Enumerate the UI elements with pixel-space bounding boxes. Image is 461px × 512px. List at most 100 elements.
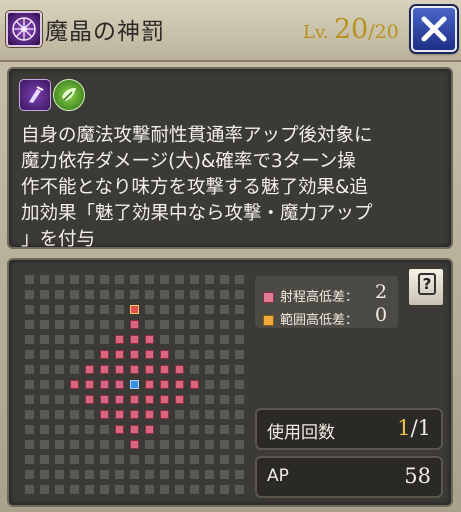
close-button[interactable]	[411, 6, 457, 52]
grid-cell-in-range	[145, 335, 154, 344]
grid-cell-in-range	[85, 380, 94, 389]
grid-cell	[70, 440, 79, 449]
grid-cell-in-range	[115, 365, 124, 374]
grid-cell	[130, 290, 139, 299]
grid-cell	[175, 350, 184, 359]
grid-cell-in-range	[160, 395, 169, 404]
grid-cell-in-range	[100, 410, 109, 419]
grid-cell	[100, 275, 109, 284]
grid-cell	[220, 365, 229, 374]
grid-cell	[55, 440, 64, 449]
help-button[interactable]: ?	[407, 267, 445, 307]
grid-cell	[220, 425, 229, 434]
grid-cell	[205, 440, 214, 449]
grid-cell	[205, 275, 214, 284]
grid-cell-in-range	[160, 365, 169, 374]
grid-cell-in-range	[130, 365, 139, 374]
grid-cell	[55, 275, 64, 284]
range-panel: 射程高低差： 2 範囲高低差： 0 ? 使用回数 1/1 AP 58	[7, 258, 453, 507]
grid-cell	[55, 305, 64, 314]
grid-cell	[160, 320, 169, 329]
grid-cell	[40, 410, 49, 419]
grid-cell	[175, 410, 184, 419]
grid-cell	[70, 395, 79, 404]
grid-cell	[175, 455, 184, 464]
grid-cell	[85, 335, 94, 344]
grid-cell	[220, 350, 229, 359]
grid-cell	[205, 455, 214, 464]
grid-cell	[205, 395, 214, 404]
grid-cell	[235, 485, 244, 494]
charm-status-icon	[53, 79, 85, 111]
grid-cell	[85, 485, 94, 494]
grid-cell	[40, 350, 49, 359]
grid-cell	[115, 320, 124, 329]
grid-cell	[55, 485, 64, 494]
grid-cell	[160, 275, 169, 284]
grid-cell	[70, 290, 79, 299]
grid-cell	[160, 485, 169, 494]
grid-cell	[190, 305, 199, 314]
grid-cell	[175, 305, 184, 314]
grid-cell	[160, 305, 169, 314]
grid-cell	[115, 440, 124, 449]
grid-cell	[235, 425, 244, 434]
grid-cell	[190, 470, 199, 479]
level-prefix: Lv.	[303, 22, 329, 43]
grid-cell	[85, 470, 94, 479]
uses-value: 1/1	[397, 416, 431, 440]
grid-cell	[130, 485, 139, 494]
grid-cell	[190, 440, 199, 449]
grid-cell	[115, 275, 124, 284]
grid-cell	[190, 290, 199, 299]
grid-cell	[40, 335, 49, 344]
grid-cell-in-range	[115, 335, 124, 344]
grid-cell	[85, 410, 94, 419]
grid-cell	[175, 425, 184, 434]
grid-cell	[190, 320, 199, 329]
grid-cell	[175, 290, 184, 299]
grid-cell-in-range	[115, 380, 124, 389]
grid-cell-in-range	[100, 395, 109, 404]
grid-cell	[220, 485, 229, 494]
grid-cell	[220, 410, 229, 419]
grid-cell	[70, 350, 79, 359]
grid-cell	[190, 425, 199, 434]
grid-cell	[160, 470, 169, 479]
grid-cell	[220, 275, 229, 284]
grid-cell-in-range	[160, 350, 169, 359]
grid-cell	[145, 290, 154, 299]
grid-cell	[25, 410, 34, 419]
grid-cell	[100, 320, 109, 329]
uses-box: 使用回数 1/1	[255, 408, 443, 450]
grid-cell	[205, 320, 214, 329]
grid-cell	[175, 440, 184, 449]
grid-cell	[70, 455, 79, 464]
grid-cell-center	[130, 380, 139, 389]
grid-cell-in-range	[115, 425, 124, 434]
grid-cell-in-range	[175, 395, 184, 404]
grid-cell-in-range	[145, 350, 154, 359]
grid-cell	[235, 470, 244, 479]
grid-cell	[25, 305, 34, 314]
grid-cell	[70, 410, 79, 419]
grid-cell-in-range	[175, 380, 184, 389]
grid-cell-in-range	[145, 380, 154, 389]
description-panel: 自身の魔法攻撃耐性貫通率アップ後対象に 魔力依存ダメージ(大)&確率で3ターン操…	[7, 67, 453, 250]
grid-cell-in-range	[145, 365, 154, 374]
grid-cell	[190, 350, 199, 359]
grid-cell	[190, 455, 199, 464]
grid-cell	[205, 470, 214, 479]
grid-cell-in-range	[85, 395, 94, 404]
grid-cell	[55, 425, 64, 434]
grid-cell	[40, 290, 49, 299]
grid-cell	[190, 335, 199, 344]
grid-cell	[70, 320, 79, 329]
grid-cell-in-range	[145, 410, 154, 419]
grid-cell-in-range	[115, 410, 124, 419]
grid-cell	[100, 290, 109, 299]
grid-cell	[25, 365, 34, 374]
grid-cell-in-range	[130, 410, 139, 419]
grid-cell	[70, 335, 79, 344]
grid-cell	[220, 470, 229, 479]
